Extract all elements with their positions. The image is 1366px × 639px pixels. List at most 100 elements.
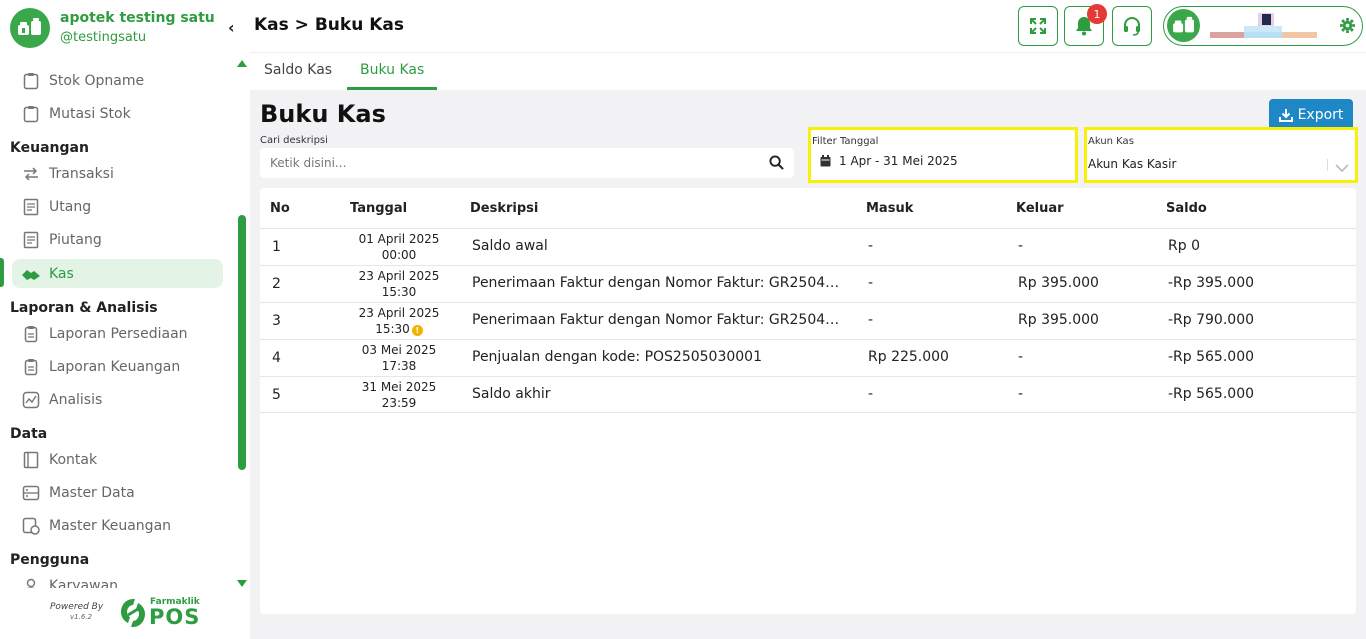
cell-tanggal: 03 Mei 2025 17:38 — [358, 342, 440, 374]
search-icon[interactable] — [769, 155, 784, 174]
search-label: Cari deskripsi — [260, 135, 328, 146]
sidebar-item-kas[interactable]: Kas — [12, 259, 223, 288]
cell-date: 01 April 2025 — [358, 232, 440, 246]
cell-saldo: -Rp 790.000 — [1168, 312, 1255, 328]
cell-time: 17:38 — [381, 359, 417, 373]
report-icon — [21, 357, 41, 377]
sidebar-item-master-data[interactable]: Master Data — [12, 478, 223, 507]
sidebar-item-label: Utang — [49, 198, 92, 215]
cell-masuk: Rp 225.000 — [868, 349, 949, 365]
sidebar: apotek testing satu @testingsatu ‹ Stok … — [0, 0, 250, 639]
collapse-sidebar-button[interactable]: ‹ — [228, 18, 235, 37]
cell-deskripsi: Penjualan dengan kode: POS2505030001 — [472, 349, 762, 365]
tab-saldo-kas[interactable]: Saldo Kas — [264, 62, 332, 90]
sidebar-menu: Stok Opname Mutasi Stok Keuangan Transak… — [0, 63, 236, 588]
scroll-thumb[interactable] — [238, 215, 246, 470]
sidebar-item-label: Transaksi — [49, 165, 114, 182]
section-pengguna: Pengguna — [10, 552, 90, 568]
date-filter-value: 1 Apr - 31 Mei 2025 — [839, 154, 958, 168]
notification-badge: 1 — [1087, 4, 1107, 24]
cell-deskripsi: Saldo awal — [472, 238, 548, 254]
table-row[interactable]: 4 03 Mei 2025 17:38 Penjualan dengan kode… — [260, 339, 1356, 376]
column-header-keluar: Keluar — [1016, 201, 1064, 216]
sidebar-item-mutasi-stok[interactable]: Mutasi Stok — [12, 99, 223, 128]
cell-deskripsi: Penerimaan Faktur dengan Nomor Faktur: G… — [472, 312, 842, 328]
cell-no: 3 — [272, 313, 281, 329]
sidebar-item-transaksi[interactable]: Transaksi — [12, 159, 223, 188]
gear-icon[interactable] — [1340, 18, 1355, 37]
section-data: Data — [10, 426, 48, 442]
cell-masuk: - — [868, 238, 874, 254]
notification-button[interactable]: 1 — [1064, 4, 1107, 46]
table-row[interactable]: 1 01 April 2025 00:00 Saldo awal - - Rp 0 — [260, 228, 1356, 265]
column-header-saldo: Saldo — [1166, 201, 1207, 216]
column-header-deskripsi: Deskripsi — [470, 201, 539, 216]
database-icon — [21, 483, 41, 503]
sidebar-item-label: Laporan Persediaan — [49, 325, 188, 342]
cell-masuk: - — [868, 275, 874, 291]
headset-icon — [1122, 16, 1142, 36]
chevron-down-icon[interactable] — [1335, 158, 1349, 177]
tab-buku-kas[interactable]: Buku Kas — [347, 62, 438, 90]
sidebar-item-analisis[interactable]: Analisis — [12, 385, 223, 414]
avatar — [1167, 9, 1200, 42]
table-row[interactable]: 5 31 Mei 2025 23:59 Saldo akhir - - -Rp 5… — [260, 376, 1356, 413]
cell-saldo: -Rp 565.000 — [1168, 386, 1255, 402]
column-header-tanggal: Tanggal — [350, 201, 408, 216]
breadcrumb: Kas > Buku Kas — [254, 15, 404, 35]
sidebar-item-label: Stok Opname — [49, 72, 145, 89]
sidebar-item-label: Mutasi Stok — [49, 105, 131, 122]
cell-deskripsi: Penerimaan Faktur dengan Nomor Faktur: G… — [472, 275, 842, 291]
cell-no: 5 — [272, 387, 281, 403]
store-name: apotek testing satu — [60, 10, 215, 26]
contact-icon — [21, 450, 41, 470]
cashbook-table: No Tanggal Deskripsi Masuk Keluar Saldo … — [260, 188, 1356, 614]
cell-keluar: - — [1018, 349, 1024, 365]
pharmacy-logo-icon — [10, 8, 50, 48]
brand: apotek testing satu @testingsatu — [10, 8, 215, 48]
sidebar-item-laporan-keuangan[interactable]: Laporan Keuangan — [12, 352, 223, 381]
date-filter[interactable]: Filter Tanggal 1 Apr - 31 Mei 2025 — [808, 127, 1078, 183]
select-separator — [1327, 159, 1328, 171]
table-row[interactable]: 3 23 April 2025 15:30! Penerimaan Faktur … — [260, 302, 1356, 339]
cell-saldo: -Rp 565.000 — [1168, 349, 1255, 365]
sidebar-item-label: Laporan Keuangan — [49, 358, 181, 375]
expand-icon — [1029, 17, 1047, 35]
sidebar-item-laporan-persediaan[interactable]: Laporan Persediaan — [12, 319, 223, 348]
cell-time: 23:59 — [381, 396, 417, 410]
scroll-down-arrow-icon[interactable] — [237, 580, 247, 587]
cell-tanggal: 01 April 2025 00:00 — [358, 231, 440, 263]
cell-date: 03 Mei 2025 — [361, 343, 437, 357]
sidebar-item-kontak[interactable]: Kontak — [12, 445, 223, 474]
fullscreen-button[interactable] — [1018, 6, 1058, 46]
cell-no: 2 — [272, 276, 281, 292]
section-laporan-analisis: Laporan & Analisis — [10, 300, 158, 316]
sidebar-item-karyawan[interactable]: Karyawan — [12, 571, 223, 588]
sidebar-item-label: Master Data — [49, 484, 135, 501]
exchange-icon — [21, 164, 41, 184]
sidebar-scrollbar[interactable] — [236, 60, 248, 587]
cell-time: 00:00 — [381, 248, 417, 262]
sidebar-item-piutang[interactable]: Piutang — [12, 225, 223, 254]
sidebar-item-label: Kontak — [49, 451, 98, 468]
table-row[interactable]: 2 23 April 2025 15:30 Penerimaan Faktur d… — [260, 265, 1356, 302]
export-label: Export — [1297, 107, 1344, 123]
chart-icon — [21, 390, 41, 410]
receipt-icon — [21, 230, 41, 250]
warning-icon[interactable]: ! — [411, 325, 423, 336]
sidebar-item-utang[interactable]: Utang — [12, 192, 223, 221]
sidebar-item-master-keuangan[interactable]: Master Keuangan — [12, 511, 223, 540]
support-button[interactable] — [1112, 6, 1152, 46]
search-input[interactable] — [260, 148, 794, 178]
sidebar-item-stok-opname[interactable]: Stok Opname — [12, 66, 223, 95]
user-icon — [21, 576, 41, 588]
scroll-up-arrow-icon[interactable] — [237, 60, 247, 67]
cell-time: 15:30 — [375, 322, 410, 336]
profile-menu[interactable] — [1163, 6, 1363, 46]
cell-date: 23 April 2025 — [358, 306, 440, 320]
cell-keluar: - — [1018, 386, 1024, 402]
akun-kas-select[interactable]: Akun Kas Akun Kas Kasir — [1084, 127, 1358, 183]
sidebar-item-label: Piutang — [49, 231, 102, 248]
farmaklik-logo-icon — [118, 597, 148, 629]
cell-no: 1 — [272, 239, 281, 255]
